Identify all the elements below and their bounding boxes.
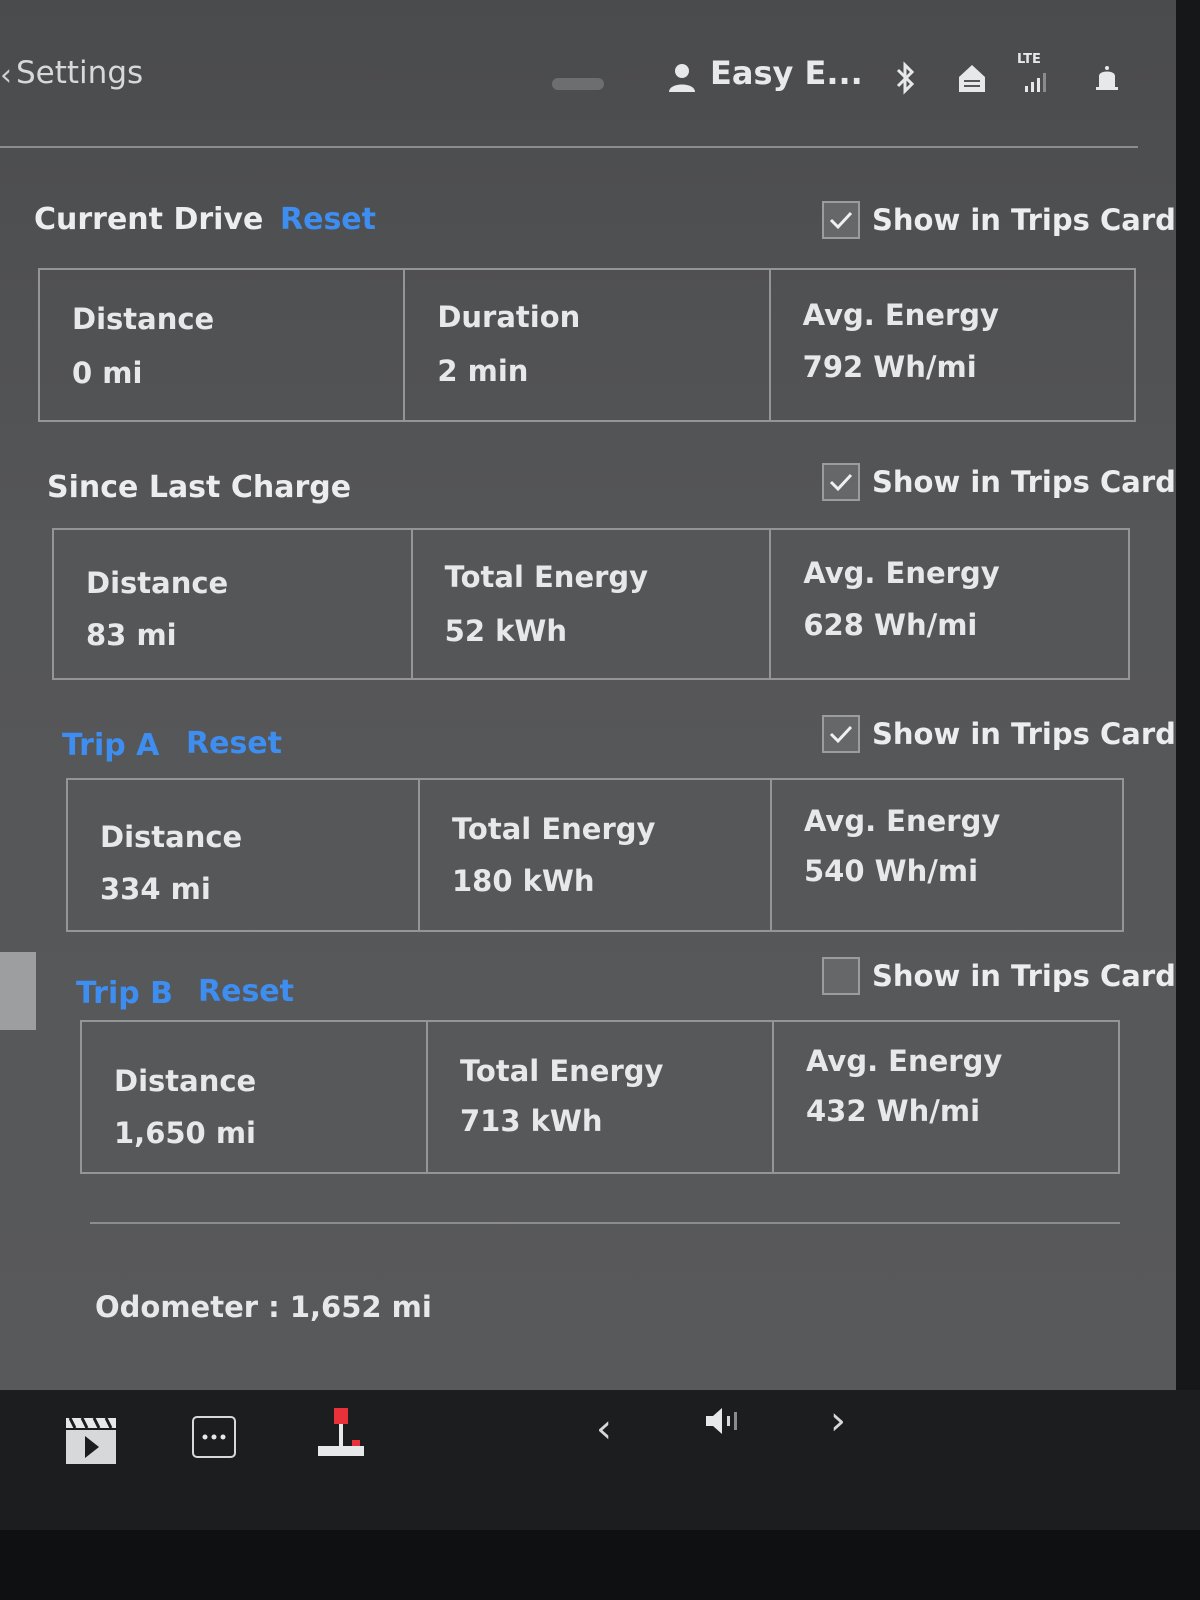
- show-in-trips-trip-a[interactable]: Show in Trips Card: [822, 712, 1176, 756]
- checkmark-icon: [829, 725, 853, 744]
- bezel: [0, 1530, 1200, 1600]
- checkbox-current-drive[interactable]: [822, 201, 860, 239]
- stat-label: Distance: [86, 566, 229, 600]
- show-in-trips-trip-b[interactable]: Show in Trips Card: [822, 954, 1176, 998]
- stat-label: Total Energy: [444, 560, 649, 594]
- checkbox-since-last-charge[interactable]: [822, 463, 860, 501]
- joystick-icon[interactable]: [316, 1406, 366, 1460]
- stat-total-energy: Total Energy 713 kWh: [428, 1022, 774, 1172]
- stat-value: 1,650 mi: [114, 1116, 256, 1150]
- trip-a-stats: Distance 334 mi Total Energy 180 kWh Avg…: [66, 778, 1124, 932]
- section-title-trip-a[interactable]: Trip A: [62, 728, 159, 763]
- show-in-trips-label: Show in Trips Card: [872, 203, 1176, 237]
- stat-label: Avg. Energy: [804, 804, 1001, 838]
- stat-value: 432 Wh/mi: [806, 1094, 981, 1128]
- header-divider: [0, 146, 1138, 148]
- trip-b-stats: Distance 1,650 mi Total Energy 713 kWh A…: [80, 1020, 1120, 1174]
- odometer-divider: [90, 1222, 1120, 1224]
- reset-trip-a-button[interactable]: Reset: [186, 726, 282, 761]
- profile-name[interactable]: Easy E...: [710, 54, 863, 92]
- stat-total-energy: Total Energy 180 kWh: [420, 780, 772, 930]
- next-chevron-icon[interactable]: ›: [830, 1398, 846, 1444]
- since-last-charge-stats: Distance 83 mi Total Energy 52 kWh Avg. …: [52, 528, 1130, 680]
- stat-avg-energy: Avg. Energy 432 Wh/mi: [774, 1022, 1118, 1172]
- stat-distance: Distance 83 mi: [54, 530, 413, 678]
- stat-value: 2 min: [437, 354, 529, 388]
- bell-icon[interactable]: [1090, 60, 1124, 96]
- section-title-since-last-charge: Since Last Charge: [47, 470, 352, 505]
- reset-current-drive-button[interactable]: Reset: [280, 202, 376, 237]
- user-icon[interactable]: [668, 62, 696, 92]
- stat-distance: Distance 334 mi: [68, 780, 420, 930]
- reset-trip-b-button[interactable]: Reset: [198, 974, 294, 1009]
- stat-value: 52 kWh: [444, 614, 568, 648]
- stat-label: Avg. Energy: [803, 556, 1000, 590]
- back-chevron-icon[interactable]: ‹: [0, 58, 12, 93]
- bottom-dock: ‹ ›: [0, 1390, 1200, 1530]
- stat-value: 83 mi: [86, 618, 177, 652]
- stat-label: Total Energy: [452, 812, 656, 846]
- top-bar: ‹ Settings Easy E... LTE: [0, 40, 1176, 110]
- show-in-trips-label: Show in Trips Card: [872, 717, 1176, 751]
- stat-label: Distance: [72, 302, 215, 336]
- stat-label: Distance: [100, 820, 243, 854]
- stat-value: 540 Wh/mi: [804, 854, 979, 888]
- stat-label: Duration: [437, 300, 581, 334]
- stat-label: Total Energy: [460, 1054, 664, 1088]
- lte-signal-icon: LTE: [1015, 52, 1055, 96]
- checkmark-icon: [829, 211, 853, 230]
- stat-total-energy: Total Energy 52 kWh: [413, 530, 772, 678]
- show-in-trips-label: Show in Trips Card: [872, 959, 1176, 993]
- stat-value: 0 mi: [72, 356, 143, 390]
- back-button[interactable]: Settings: [16, 55, 143, 91]
- bluetooth-icon[interactable]: [888, 60, 922, 96]
- odometer-readout: Odometer : 1,652 mi: [95, 1290, 432, 1324]
- show-in-trips-current-drive[interactable]: Show in Trips Card: [822, 198, 1176, 242]
- stat-avg-energy: Avg. Energy 792 Wh/mi: [771, 270, 1134, 420]
- home-icon[interactable]: [955, 60, 989, 96]
- stat-avg-energy: Avg. Energy 540 Wh/mi: [772, 780, 1122, 930]
- more-apps-icon[interactable]: [192, 1416, 236, 1458]
- stat-duration: Duration 2 min: [405, 270, 771, 420]
- checkbox-trip-a[interactable]: [822, 715, 860, 753]
- side-panel-handle[interactable]: [0, 952, 36, 1030]
- checkbox-trip-b[interactable]: [822, 957, 860, 995]
- show-in-trips-since-last-charge[interactable]: Show in Trips Card: [822, 460, 1176, 504]
- video-player-icon[interactable]: [66, 1418, 116, 1464]
- lte-label: LTE: [1017, 52, 1041, 67]
- checkmark-icon: [829, 473, 853, 492]
- section-title-current-drive: Current Drive: [34, 202, 264, 237]
- stat-distance: Distance 0 mi: [40, 270, 406, 420]
- volume-icon[interactable]: [704, 1406, 744, 1436]
- stat-avg-energy: Avg. Energy 628 Wh/mi: [771, 530, 1128, 678]
- stat-value: 628 Wh/mi: [803, 608, 978, 642]
- stat-distance: Distance 1,650 mi: [82, 1022, 428, 1172]
- stat-label: Distance: [114, 1064, 257, 1098]
- stat-value: 334 mi: [100, 872, 211, 906]
- stat-label: Avg. Energy: [806, 1044, 1003, 1078]
- stat-label: Avg. Energy: [802, 298, 999, 332]
- prev-chevron-icon[interactable]: ‹: [596, 1406, 612, 1452]
- stat-value: 180 kWh: [452, 864, 595, 898]
- stat-value: 713 kWh: [460, 1104, 603, 1138]
- settings-screen: ‹ Settings Easy E... LTE Current Drive R…: [0, 0, 1176, 1390]
- drag-handle[interactable]: [552, 78, 604, 90]
- section-title-trip-b[interactable]: Trip B: [76, 976, 173, 1011]
- show-in-trips-label: Show in Trips Card: [872, 465, 1176, 499]
- current-drive-stats: Distance 0 mi Duration 2 min Avg. Energy…: [38, 268, 1136, 422]
- stat-value: 792 Wh/mi: [802, 350, 977, 384]
